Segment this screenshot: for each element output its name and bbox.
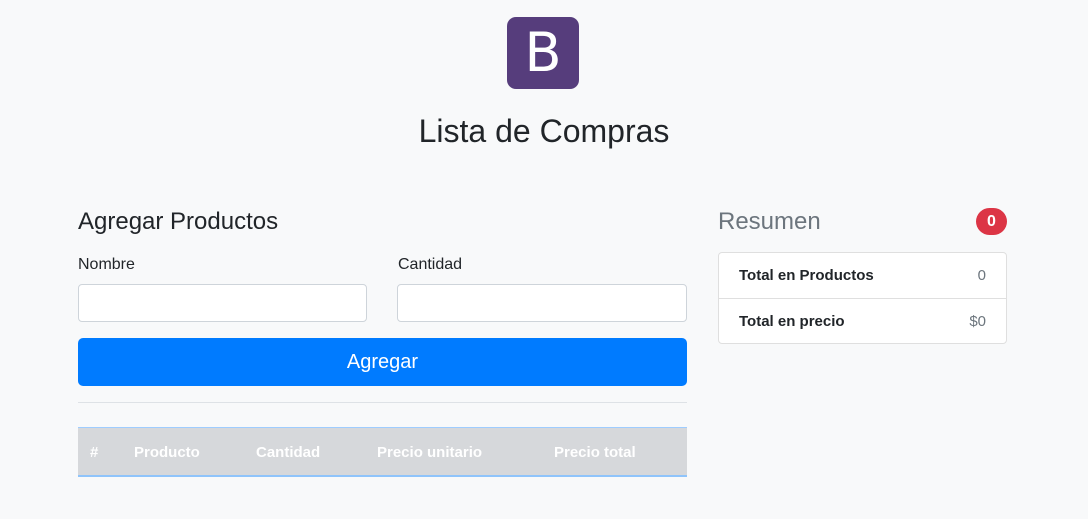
column-header-quantity: Cantidad bbox=[256, 444, 321, 461]
summary-title: Resumen bbox=[718, 208, 821, 235]
summary-item-value: $0 bbox=[969, 312, 986, 330]
quantity-label: Cantidad bbox=[398, 256, 463, 273]
summary-count-badge: 0 bbox=[976, 208, 1007, 235]
summary-item-value: 0 bbox=[977, 267, 986, 284]
summary-item-total-products: Total en Productos 0 bbox=[719, 253, 1006, 298]
add-products-title: Agregar Productos bbox=[78, 208, 279, 235]
column-header-total-price: Precio total bbox=[554, 444, 636, 461]
name-input[interactable] bbox=[78, 284, 367, 322]
summary-item-label: Total en Productos bbox=[739, 267, 874, 284]
name-label: Nombre bbox=[78, 256, 135, 273]
products-table-header: # Producto Cantidad Precio unitario Prec… bbox=[78, 427, 687, 477]
divider bbox=[78, 402, 687, 403]
quantity-input[interactable] bbox=[397, 284, 687, 322]
column-header-unit-price: Precio unitario bbox=[377, 444, 483, 461]
column-header-product: Producto bbox=[134, 444, 200, 461]
add-button[interactable]: Agregar bbox=[78, 338, 687, 386]
page-title: Lista de Compras bbox=[418, 113, 670, 149]
summary-list: Total en Productos 0 Total en precio $0 bbox=[718, 252, 1007, 344]
column-header-number: # bbox=[90, 444, 99, 461]
bootstrap-logo: B bbox=[507, 17, 579, 89]
summary-item-label: Total en precio bbox=[739, 312, 845, 330]
summary-item-total-price: Total en precio $0 bbox=[719, 298, 1006, 343]
